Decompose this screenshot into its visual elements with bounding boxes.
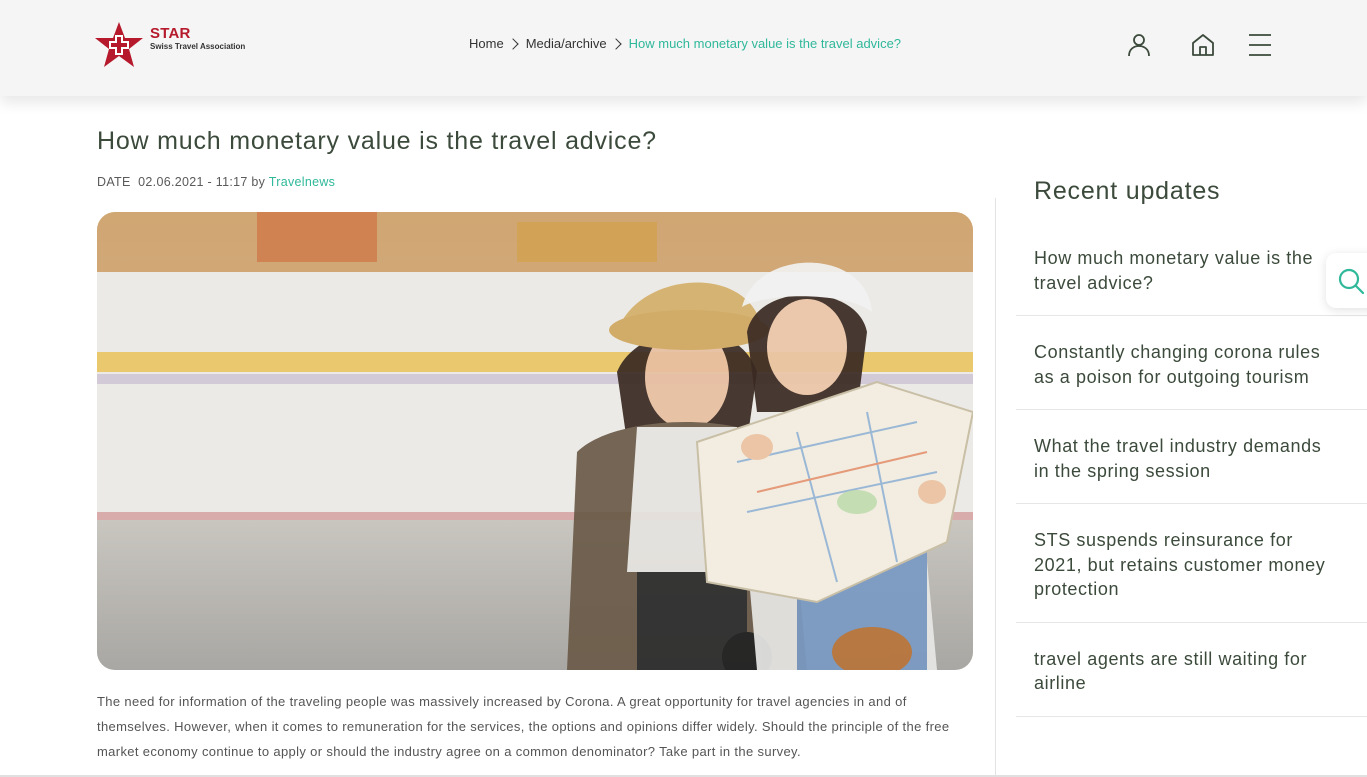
star-logo-icon xyxy=(95,22,143,67)
article-author-link[interactable]: Travelnews xyxy=(269,175,335,189)
home-icon[interactable] xyxy=(1188,30,1218,60)
search-icon xyxy=(1338,268,1365,294)
menu-icon[interactable] xyxy=(1245,30,1275,60)
column-divider xyxy=(995,198,996,777)
article-body: The need for information of the travelin… xyxy=(97,694,950,759)
breadcrumb-home[interactable]: Home xyxy=(469,36,504,51)
recent-update-item[interactable]: What the travel industry demands in the … xyxy=(1016,410,1367,504)
recent-update-item[interactable]: How much monetary value is the travel ad… xyxy=(1016,236,1367,316)
article-date: 02.06.2021 - 11:17 xyxy=(138,175,248,189)
logo-subtitle: Swiss Travel Association xyxy=(150,42,246,51)
logo-brand: STAR xyxy=(150,25,191,42)
breadcrumb-media-archive[interactable]: Media/archive xyxy=(526,36,607,51)
recent-update-item[interactable]: Constantly changing corona rules as a po… xyxy=(1016,316,1367,410)
breadcrumb: Home Media/archive How much monetary val… xyxy=(469,36,901,51)
article-hero-image xyxy=(97,212,973,670)
search-button[interactable] xyxy=(1326,253,1367,308)
chevron-right-icon xyxy=(507,37,519,50)
user-icon[interactable] xyxy=(1124,30,1154,60)
recent-update-item[interactable]: STS suspends reinsurance for 2021, but r… xyxy=(1016,504,1367,623)
by-label: by xyxy=(251,175,266,189)
chevron-right-icon xyxy=(609,37,622,50)
article-meta: DATE 02.06.2021 - 11:17 by Travelnews xyxy=(97,175,335,189)
article-title: How much monetary value is the travel ad… xyxy=(97,127,657,155)
star-logo[interactable]: STAR Swiss Travel Association xyxy=(95,21,255,69)
breadcrumb-current[interactable]: How much monetary value is the travel ad… xyxy=(629,36,901,51)
sidebar-title: Recent updates xyxy=(1034,177,1221,205)
recent-updates-list: How much monetary value is the travel ad… xyxy=(1016,236,1367,717)
recent-update-item[interactable]: travel agents are still waiting for airl… xyxy=(1016,623,1367,717)
site-header: STAR Swiss Travel Association Home Media… xyxy=(0,0,1367,96)
date-label: DATE xyxy=(97,175,131,189)
